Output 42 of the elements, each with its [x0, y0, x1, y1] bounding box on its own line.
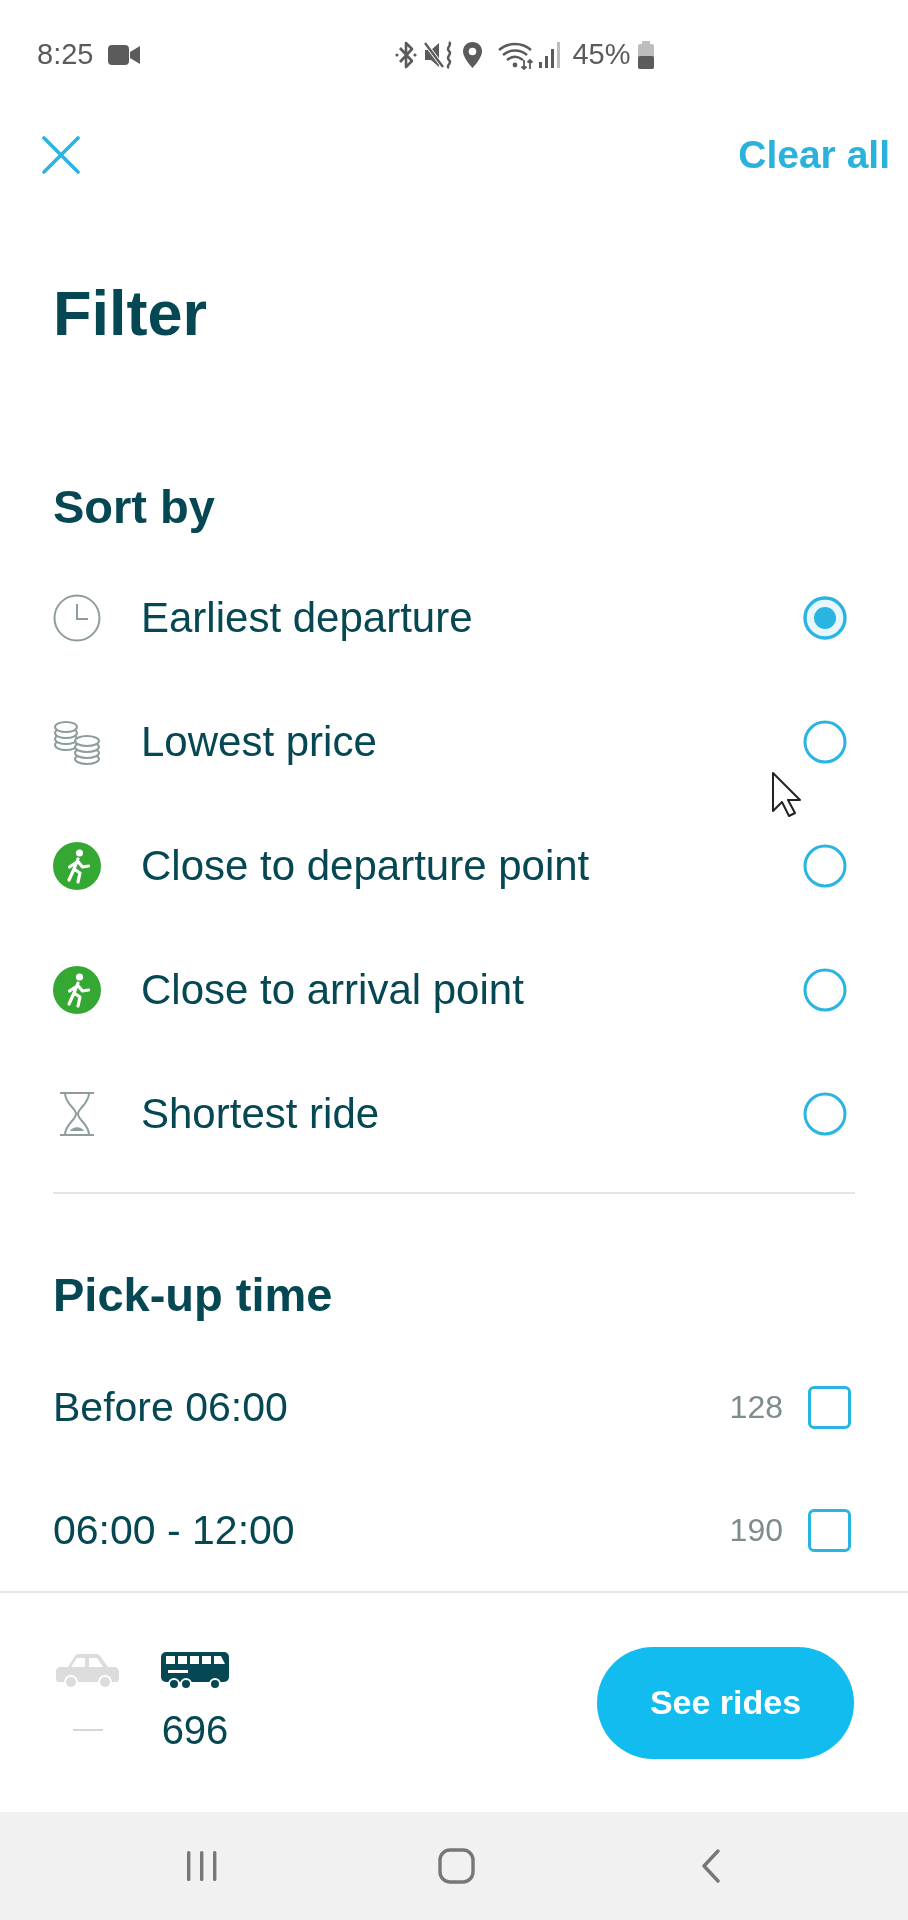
video-camera-icon	[108, 44, 141, 66]
option-label: Close to departure point	[141, 840, 590, 891]
cursor-icon	[771, 771, 803, 817]
checkbox[interactable]	[808, 1386, 851, 1429]
ride-count: 696	[161, 1707, 229, 1754]
radio-button[interactable]	[803, 844, 847, 888]
wifi-icon	[497, 40, 534, 70]
coins-icon	[53, 719, 101, 765]
bluetooth-icon	[395, 40, 418, 70]
signal-bars-icon	[539, 42, 561, 68]
result-count: 190	[729, 1511, 783, 1550]
option-label: 06:00 - 12:00	[53, 1505, 295, 1555]
option-label: Earliest departure	[141, 592, 473, 643]
walking-person-icon	[53, 966, 101, 1014]
page-title: Filter	[53, 277, 208, 350]
result-count: 128	[729, 1388, 783, 1427]
section-heading: Sort by	[53, 479, 215, 535]
battery-icon	[636, 41, 655, 69]
section-heading: Pick-up time	[53, 1267, 333, 1323]
see-rides-button[interactable]: See rides	[597, 1646, 854, 1759]
radio-button[interactable]	[803, 968, 847, 1012]
radio-button[interactable]	[803, 720, 847, 764]
close-icon	[42, 136, 80, 174]
radio-button[interactable]	[803, 1092, 847, 1136]
radio-button[interactable]	[803, 596, 847, 640]
option-label: Before 06:00	[53, 1382, 288, 1432]
option-label: Lowest price	[141, 716, 377, 767]
recent-apps-icon[interactable]	[186, 1851, 218, 1881]
location-pin-icon	[462, 41, 484, 69]
hourglass-icon	[58, 1091, 96, 1137]
ride-count: —	[73, 1710, 103, 1746]
back-icon[interactable]	[701, 1849, 721, 1883]
close-button[interactable]	[42, 136, 80, 174]
checkbox[interactable]	[808, 1509, 851, 1552]
battery-percent: 45%	[572, 37, 631, 73]
walking-person-icon	[53, 842, 101, 890]
home-icon[interactable]	[438, 1848, 475, 1884]
option-label: Shortest ride	[141, 1088, 380, 1139]
option-label: Close to arrival point	[141, 964, 524, 1015]
clear-all-button[interactable]: Clear all	[738, 131, 890, 179]
clock-icon	[53, 594, 101, 642]
status-time: 8:25	[37, 37, 94, 73]
